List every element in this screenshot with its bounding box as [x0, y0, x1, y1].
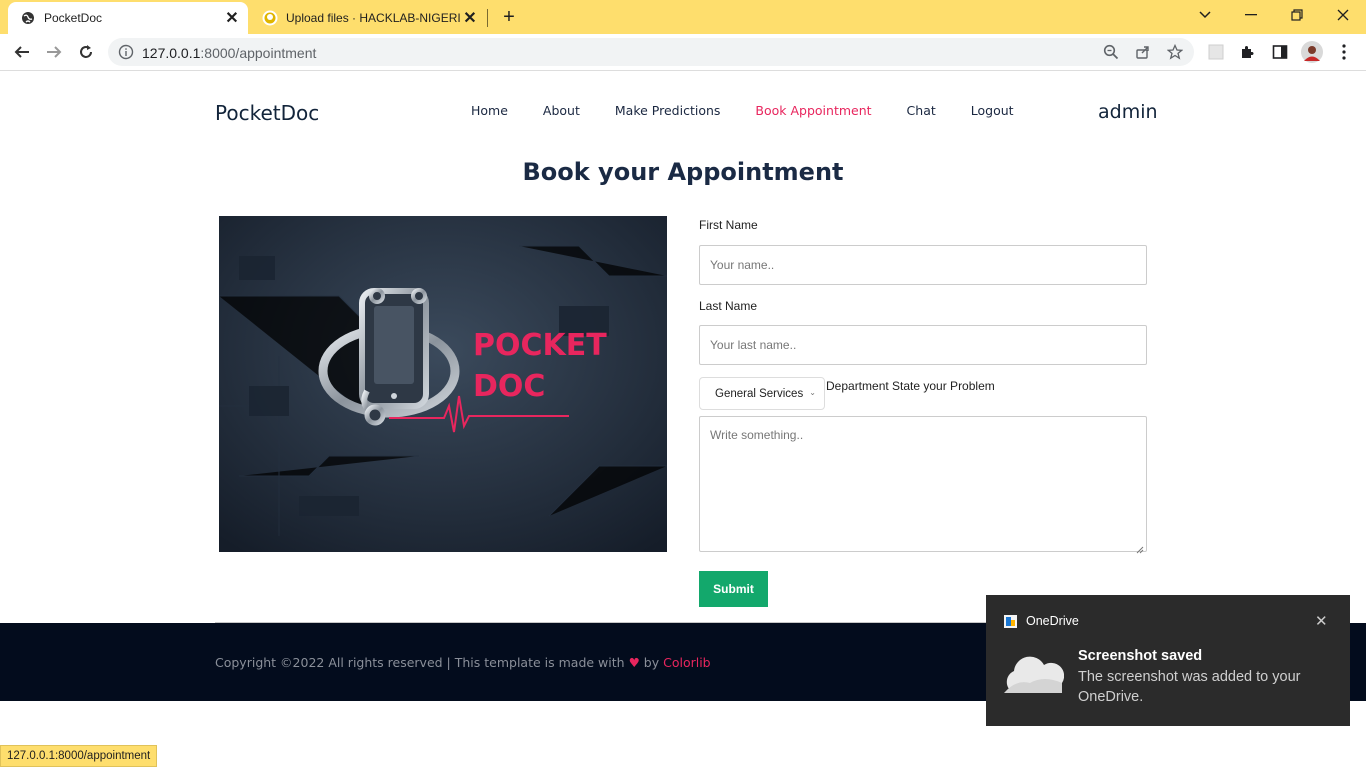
- close-tab-icon[interactable]: ✕: [460, 8, 480, 28]
- tab-github-upload[interactable]: Upload files · HACKLAB-NIGERIA ✕: [250, 2, 486, 34]
- nav-chat[interactable]: Chat: [907, 103, 936, 118]
- reload-icon[interactable]: [74, 40, 98, 64]
- nav-home[interactable]: Home: [471, 103, 508, 118]
- side-panel-icon[interactable]: [1271, 43, 1289, 61]
- new-tab-button[interactable]: +: [498, 6, 520, 28]
- page-title: Book your Appointment: [522, 158, 844, 186]
- chevron-down-icon: ⌄: [809, 388, 816, 397]
- url-text: 127.0.0.1:8000/appointment: [142, 45, 317, 61]
- tab-pocketdoc[interactable]: PocketDoc ✕: [8, 2, 248, 34]
- browser-menu-icon[interactable]: [1335, 43, 1353, 61]
- notification-title: Screenshot saved: [1078, 648, 1203, 664]
- department-select[interactable]: General Services ⌄: [699, 377, 825, 410]
- copyright-text: Copyright ©2022 All rights reserved | Th…: [215, 655, 625, 670]
- close-icon[interactable]: ✕: [1315, 612, 1328, 630]
- footer-by: by: [643, 655, 660, 670]
- nav-book-appointment[interactable]: Book Appointment: [755, 103, 871, 118]
- department-selected-value: General Services: [715, 387, 804, 400]
- colorlib-link[interactable]: Colorlib: [663, 655, 711, 670]
- pocketdoc-hero-image: POCKET DOC: [219, 216, 667, 552]
- first-name-field[interactable]: [699, 245, 1147, 285]
- share-icon[interactable]: [1134, 43, 1152, 61]
- globe-icon: [20, 10, 36, 26]
- restore-button[interactable]: [1274, 0, 1320, 30]
- heart-icon: ♥: [628, 655, 640, 670]
- close-window-button[interactable]: [1320, 0, 1366, 30]
- onedrive-app-icon: [1004, 615, 1017, 628]
- minimize-button[interactable]: [1228, 0, 1274, 30]
- resize-grip-icon[interactable]: [1136, 541, 1144, 554]
- back-arrow-icon[interactable]: [10, 40, 34, 64]
- submit-button[interactable]: Submit: [699, 571, 768, 607]
- last-name-field[interactable]: [699, 325, 1147, 365]
- tab-title: Upload files · HACKLAB-NIGERIA: [286, 11, 460, 25]
- zoom-icon[interactable]: [1102, 43, 1120, 61]
- first-name-label: First Name: [699, 218, 758, 232]
- last-name-label: Last Name: [699, 299, 758, 313]
- profile-avatar[interactable]: [1301, 41, 1323, 63]
- address-bar[interactable]: 127.0.0.1:8000/appointment: [108, 38, 1194, 66]
- extensions-puzzle-icon[interactable]: [1239, 43, 1257, 61]
- onedrive-notification[interactable]: OneDrive ✕ Screenshot saved The screensh…: [986, 595, 1350, 726]
- first-name-input[interactable]: [700, 246, 1146, 284]
- hero-logo-line2: DOC: [473, 369, 545, 404]
- hero-logo-line1: POCKET: [473, 328, 607, 363]
- tab-title: PocketDoc: [44, 11, 103, 25]
- browser-toolbar: 127.0.0.1:8000/appointment: [0, 34, 1366, 71]
- tab-divider: [487, 9, 488, 27]
- site-brand[interactable]: PocketDoc: [215, 101, 319, 125]
- nav-about[interactable]: About: [543, 103, 580, 118]
- close-tab-icon[interactable]: ✕: [222, 8, 242, 28]
- browser-tab-bar: PocketDoc ✕ Upload files · HACKLAB-NIGER…: [0, 0, 1366, 34]
- extension-placeholder-icon[interactable]: [1207, 43, 1225, 61]
- site-info-icon[interactable]: [118, 44, 134, 60]
- bookmark-star-icon[interactable]: [1166, 43, 1184, 61]
- department-label: Department State your Problem: [826, 379, 995, 393]
- browser-status-bar: 127.0.0.1:8000/appointment: [0, 745, 158, 767]
- forward-arrow-icon[interactable]: [42, 40, 66, 64]
- nav-logout[interactable]: Logout: [971, 103, 1014, 118]
- problem-field[interactable]: [699, 416, 1147, 554]
- nav-make-predictions[interactable]: Make Predictions: [615, 103, 721, 118]
- current-user: admin: [1098, 101, 1158, 123]
- problem-textarea[interactable]: [700, 417, 1146, 551]
- main-nav: Home About Make Predictions Book Appoint…: [471, 103, 1049, 118]
- tab-search-chevron-icon[interactable]: [1182, 0, 1228, 30]
- github-icon: [262, 10, 278, 26]
- last-name-input[interactable]: [700, 326, 1146, 364]
- footer-copyright: Copyright ©2022 All rights reserved | Th…: [215, 655, 711, 670]
- notification-app-name: OneDrive: [1026, 614, 1079, 628]
- notification-message: The screenshot was added to your OneDriv…: [1078, 669, 1301, 705]
- cloud-icon: [1000, 653, 1065, 697]
